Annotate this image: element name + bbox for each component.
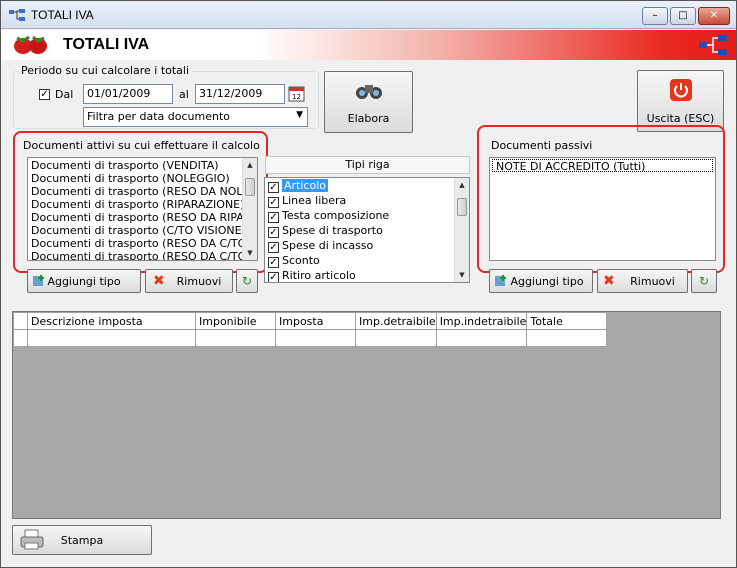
row-type-label: Sconto xyxy=(282,254,320,267)
date-from-field[interactable]: 01/01/2009 xyxy=(83,84,173,104)
exit-button[interactable]: Uscita (ESC) xyxy=(637,70,724,132)
elabora-label: Elabora xyxy=(347,111,390,125)
page-title: TOTALI IVA xyxy=(63,36,150,53)
row-type-label: Spese di trasporto xyxy=(282,224,383,237)
svg-text:12: 12 xyxy=(292,93,301,101)
table-cell[interactable] xyxy=(526,329,608,347)
title-bar: TOTALI IVA – □ ✕ xyxy=(1,1,736,29)
add-active-type-button[interactable]: Aggiungi tipo xyxy=(27,269,141,293)
row-type-checkbox[interactable]: ✓ xyxy=(268,257,279,268)
column-header[interactable]: Descrizione imposta xyxy=(27,312,196,330)
close-button[interactable]: ✕ xyxy=(698,7,730,25)
row-type-label: Testa composizione xyxy=(282,209,390,222)
table-cell[interactable] xyxy=(275,329,356,347)
remove-passive-button[interactable]: ✖ Rimuovi xyxy=(597,269,688,293)
al-label: al xyxy=(179,88,189,101)
row-type-checkbox[interactable]: ✓ xyxy=(268,212,279,223)
list-item[interactable]: ✓ Sconto xyxy=(265,253,469,268)
date-to-field[interactable]: 31/12/2009 xyxy=(195,84,285,104)
strawberry-icon xyxy=(14,35,47,54)
list-item[interactable]: ✓ Spese di trasporto xyxy=(265,223,469,238)
column-header[interactable]: Imp.indetraibile xyxy=(435,312,528,330)
refresh-active-button[interactable]: ↻ xyxy=(236,269,258,293)
refresh-icon: ↻ xyxy=(698,274,710,288)
table-cell[interactable] xyxy=(195,329,276,347)
scroll-up-icon[interactable]: ▲ xyxy=(455,178,469,192)
add-passive-type-button[interactable]: Aggiungi tipo xyxy=(489,269,593,293)
binoculars-icon xyxy=(355,84,382,99)
chevron-down-icon: ▼ xyxy=(296,110,303,120)
maximize-button[interactable]: □ xyxy=(670,7,696,25)
column-header[interactable]: Imp.detraibile xyxy=(355,312,437,330)
filter-select-value: Filtra per data documento xyxy=(87,110,230,123)
header-banner: TOTALI IVA xyxy=(1,30,736,60)
remove-icon: ✖ xyxy=(603,273,615,289)
remove-label: Rimuovi xyxy=(176,274,222,288)
add-icon xyxy=(495,275,506,286)
row-type-checkbox[interactable]: ✓ xyxy=(268,242,279,253)
add-label: Aggiungi tipo xyxy=(47,274,121,288)
list-item[interactable]: ✓ Spese di incasso xyxy=(265,238,469,253)
tipi-riga-list[interactable]: ✓ Articolo ✓ Linea libera ✓ Testa composizion… xyxy=(264,177,470,283)
dal-label: Dal xyxy=(55,88,74,101)
table-cell[interactable] xyxy=(435,329,528,347)
scroll-down-icon[interactable]: ▼ xyxy=(455,268,469,282)
dal-checkbox[interactable]: ✓ xyxy=(39,89,50,100)
exit-label: Uscita (ESC) xyxy=(646,111,715,125)
period-group-label: Periodo su cui calcolare i totali xyxy=(19,64,192,77)
filter-select[interactable]: Filtra per data documento ▼ xyxy=(83,107,308,127)
list-item[interactable]: ✓ Testa composizione xyxy=(265,208,469,223)
highlight-outline xyxy=(13,131,268,273)
printer-icon xyxy=(20,529,44,550)
power-icon xyxy=(669,78,692,101)
column-header[interactable]: Imponibile xyxy=(195,312,276,330)
refresh-icon: ↻ xyxy=(241,274,253,288)
row-indicator xyxy=(13,329,28,347)
row-type-label: Spese di incasso xyxy=(282,239,374,252)
row-type-label: Articolo xyxy=(282,179,328,192)
list-item[interactable]: ✓ Ritiro articolo xyxy=(265,268,469,282)
list-item[interactable]: ✓ Linea libera xyxy=(265,193,469,208)
row-indicator-header xyxy=(13,312,28,330)
table-cell[interactable] xyxy=(355,329,437,347)
table-cell[interactable] xyxy=(27,329,196,347)
elabora-button[interactable]: Elabora xyxy=(324,71,413,133)
row-type-checkbox[interactable]: ✓ xyxy=(268,227,279,238)
tipi-riga-header: Tipi riga xyxy=(265,156,470,174)
row-type-checkbox[interactable]: ✓ xyxy=(268,197,279,208)
remove-icon: ✖ xyxy=(153,273,165,289)
print-label: Stampa xyxy=(60,533,104,547)
app-window: TOTALI IVA – □ ✕ TOTALI IVA Periodo su c… xyxy=(0,0,737,568)
scrollbar[interactable]: ▲ ▼ xyxy=(454,178,469,282)
list-item[interactable]: ✓ Articolo xyxy=(265,178,469,193)
row-type-checkbox[interactable]: ✓ xyxy=(268,182,279,193)
calendar-icon[interactable]: 12 xyxy=(288,85,305,102)
column-header[interactable]: Imposta xyxy=(275,312,356,330)
highlight-outline xyxy=(477,125,725,273)
print-button[interactable]: Stampa xyxy=(12,525,152,555)
remove-active-button[interactable]: ✖ Rimuovi xyxy=(145,269,233,293)
row-type-label: Ritiro articolo xyxy=(282,269,356,282)
table-row[interactable] xyxy=(13,329,608,347)
results-grid: Descrizione imposta Imponibile Imposta Imp.… xyxy=(12,311,721,519)
scroll-thumb[interactable] xyxy=(457,198,467,216)
network-icon xyxy=(9,9,25,21)
add-label: Aggiungi tipo xyxy=(510,274,584,288)
add-icon xyxy=(33,275,44,286)
results-table: Descrizione imposta Imponibile Imposta Imp.… xyxy=(13,312,608,347)
remove-label: Rimuovi xyxy=(630,274,675,288)
row-type-label: Linea libera xyxy=(282,194,347,207)
window-title: TOTALI IVA xyxy=(31,8,94,22)
network-icon xyxy=(699,35,727,55)
row-type-checkbox[interactable]: ✓ xyxy=(268,272,279,282)
table-header-row: Descrizione imposta Imponibile Imposta Imp.… xyxy=(13,312,608,330)
refresh-passive-button[interactable]: ↻ xyxy=(691,269,717,293)
minimize-button[interactable]: – xyxy=(642,7,668,25)
column-header[interactable]: Totale xyxy=(526,312,608,330)
